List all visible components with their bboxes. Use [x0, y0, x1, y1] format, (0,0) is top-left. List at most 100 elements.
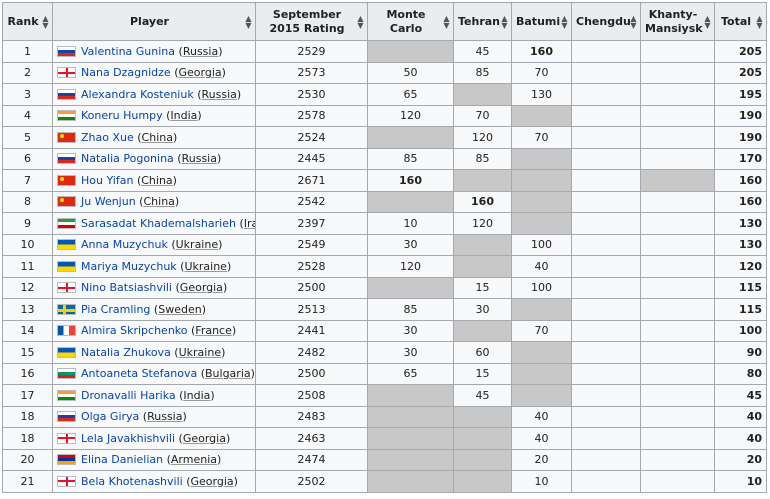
player-name-link[interactable]: Alexandra Kosteniuk [81, 88, 194, 101]
rating-cell: 2573 [255, 61, 368, 84]
sort-arrows-icon[interactable]: ▲ ▼ [443, 14, 450, 29]
player-country-link[interactable]: Russia [183, 45, 218, 58]
monte-carlo-points: 50 [367, 61, 454, 84]
sort-arrows-icon[interactable]: ▲ ▼ [42, 14, 49, 29]
col-header-rank[interactable]: Rank ▲ ▼ [2, 2, 53, 41]
khanty-mansiysk-points [640, 83, 715, 106]
player-name-link[interactable]: Anna Muzychuk [81, 238, 168, 251]
player-country-link[interactable]: Armenia [171, 453, 217, 466]
sort-arrows-icon[interactable]: ▲ ▼ [245, 14, 252, 29]
rating-cell: 2502 [255, 470, 368, 493]
tehran-points [453, 83, 512, 106]
player-cell: Koneru Humpy (India) [52, 104, 256, 127]
player-country-link[interactable]: Ukraine [176, 238, 218, 251]
col-header-rating[interactable]: September 2015 Rating ▲ ▼ [255, 2, 368, 41]
chengdu-points [571, 427, 641, 450]
tehran-points: 45 [453, 384, 512, 407]
player-country-link[interactable]: France [195, 324, 232, 337]
player-country-link[interactable]: Russia [182, 152, 217, 165]
col-header-batumi[interactable]: Batumi ▲ ▼ [511, 2, 572, 41]
player-name-link[interactable]: Ju Wenjun [81, 195, 136, 208]
rank-cell: 4 [2, 104, 53, 127]
total-cell: 40 [714, 405, 767, 428]
rating-cell: 2508 [255, 384, 368, 407]
batumi-points: 160 [511, 40, 572, 63]
table-row: 5 Zhao Xue (China) 2524 120 70 190 [2, 126, 767, 149]
player-name-link[interactable]: Olga Girya [81, 410, 139, 423]
sweden-flag-icon [57, 303, 76, 315]
player-name-link[interactable]: Natalia Zhukova [81, 346, 171, 359]
player-name-link[interactable]: Zhao Xue [81, 131, 134, 144]
player-country-link[interactable]: China [142, 131, 173, 144]
player-name-link[interactable]: Bela Khotenashvili [81, 475, 183, 488]
player-country-link[interactable]: Russia [147, 410, 182, 423]
player-name-link[interactable]: Koneru Humpy [81, 109, 163, 122]
player-name-link[interactable]: Valentina Gunina [81, 45, 175, 58]
player-name-link[interactable]: Nana Dzagnidze [81, 66, 171, 79]
total-cell: 130 [714, 233, 767, 256]
sort-arrows-icon[interactable]: ▲ ▼ [756, 14, 763, 29]
player-name-link[interactable]: Pia Cramling [81, 303, 150, 316]
player-name-link[interactable]: Elina Danielian [81, 453, 163, 466]
sort-arrows-icon[interactable]: ▲ ▼ [501, 14, 508, 29]
player-country-link[interactable]: Bulgaria [205, 367, 251, 380]
player-country-link[interactable]: Ukraine [179, 346, 221, 359]
rating-cell: 2463 [255, 427, 368, 450]
table-row: 1 Valentina Gunina (Russia) 2529 45 160 205 [2, 40, 767, 63]
player-name-link[interactable]: Sarasadat Khademalsharieh [81, 217, 236, 230]
total-cell: 195 [714, 83, 767, 106]
player-country-link[interactable]: China [141, 174, 172, 187]
player-country-link[interactable]: Sweden [158, 303, 201, 316]
sort-arrows-icon[interactable]: ▲ ▼ [704, 14, 711, 29]
player-country-link[interactable]: Georgia [180, 281, 223, 294]
chengdu-points [571, 276, 641, 299]
player-name-link[interactable]: Antoaneta Stefanova [81, 367, 197, 380]
monte-carlo-points: 85 [367, 298, 454, 321]
monte-carlo-points: 65 [367, 362, 454, 385]
player-country-link[interactable]: Georgia [179, 66, 222, 79]
sort-arrows-icon[interactable]: ▲ ▼ [357, 14, 364, 29]
rank-cell: 10 [2, 233, 53, 256]
tehran-points [453, 405, 512, 428]
col-header-khanty-mansiysk[interactable]: Khanty-Mansiysk ▲ ▼ [640, 2, 715, 41]
player-name-link[interactable]: Almira Skripchenko [81, 324, 188, 337]
batumi-points: 40 [511, 405, 572, 428]
sort-arrows-icon[interactable]: ▲ ▼ [561, 14, 568, 29]
player-name-link[interactable]: Mariya Muzychuk [81, 260, 177, 273]
rating-cell: 2578 [255, 104, 368, 127]
player-name-link[interactable]: Hou Yifan [81, 174, 133, 187]
table-row: 16 Antoaneta Stefanova (Bulgaria) 2500 65 15… [2, 362, 767, 385]
player-name-link[interactable]: Dronavalli Harika [81, 389, 176, 402]
player-country-link[interactable]: Iran [244, 217, 255, 230]
player-country-link[interactable]: India [170, 109, 197, 122]
tehran-points [453, 427, 512, 450]
player-country-link[interactable]: Russia [202, 88, 237, 101]
player-name-link[interactable]: Natalia Pogonina [81, 152, 174, 165]
player-country-link[interactable]: India [183, 389, 210, 402]
tehran-points: 70 [453, 104, 512, 127]
table-body: 1 Valentina Gunina (Russia) 2529 45 160 205 2 N… [2, 40, 767, 493]
chengdu-points [571, 40, 641, 63]
batumi-points [511, 362, 572, 385]
khanty-mansiysk-points [640, 40, 715, 63]
georgia-flag-icon [57, 432, 76, 444]
col-header-chengdu[interactable]: Chengdu ▲ ▼ [571, 2, 641, 41]
khanty-mansiysk-points [640, 427, 715, 450]
player-name-link[interactable]: Lela Javakhishvili [81, 432, 175, 445]
rank-cell: 18 [2, 427, 53, 450]
col-header-tehran[interactable]: Tehran ▲ ▼ [453, 2, 512, 41]
player-country-link[interactable]: China [143, 195, 174, 208]
player-country-link[interactable]: Georgia [191, 475, 234, 488]
rating-cell: 2482 [255, 341, 368, 364]
player-country-link[interactable]: Georgia [183, 432, 226, 445]
china-flag-icon [57, 196, 76, 208]
player-cell: Dronavalli Harika (India) [52, 384, 256, 407]
col-header-player[interactable]: Player ▲ ▼ [52, 2, 256, 41]
tehran-points: 120 [453, 126, 512, 149]
sort-arrows-icon[interactable]: ▲ ▼ [630, 14, 637, 29]
col-header-monte-carlo[interactable]: Monte Carlo ▲ ▼ [367, 2, 454, 41]
monte-carlo-points: 85 [367, 147, 454, 170]
player-name-link[interactable]: Nino Batsiashvili [81, 281, 172, 294]
col-header-total[interactable]: Total ▲ ▼ [714, 2, 767, 41]
player-country-link[interactable]: Ukraine [184, 260, 226, 273]
